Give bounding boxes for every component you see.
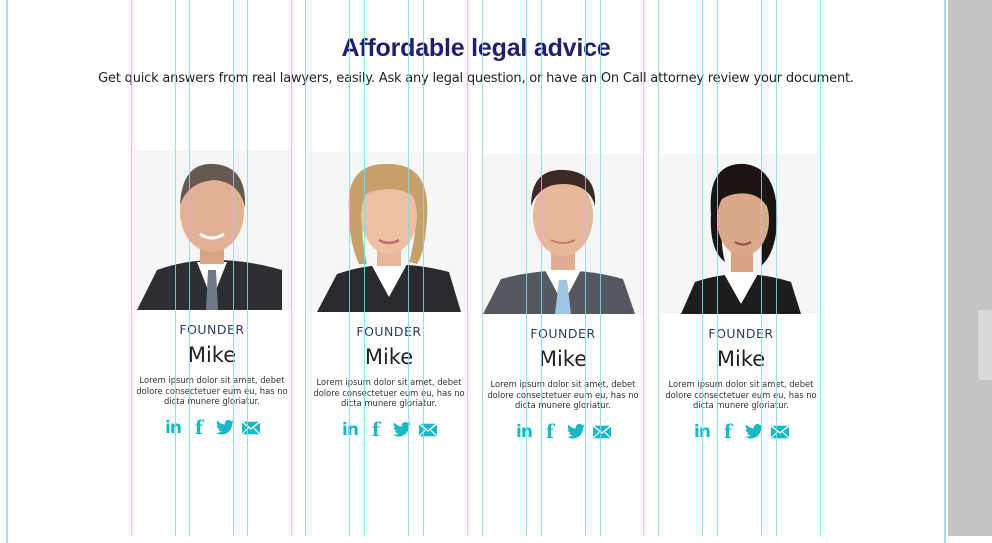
member-role: FOUNDER — [708, 326, 774, 341]
member-bio: Lorem ipsum dolor sit amet, debet dolore… — [665, 379, 817, 410]
social-links: in f — [309, 419, 469, 441]
linkedin-icon[interactable]: in — [341, 420, 359, 440]
facebook-icon[interactable]: f — [541, 421, 559, 443]
member-name: Mike — [538, 347, 588, 371]
social-links: in f — [132, 417, 292, 439]
team-photo — [483, 154, 643, 314]
page-title: Affordable legal advice — [341, 34, 611, 62]
email-icon[interactable] — [771, 423, 789, 441]
page-subtitle: Get quick answers from real lawyers, eas… — [98, 71, 854, 86]
twitter-icon[interactable] — [216, 419, 234, 437]
member-bio: Lorem ipsum dolor sit amet, debet dolore… — [136, 375, 288, 406]
facebook-icon[interactable]: f — [719, 421, 737, 443]
member-role: FOUNDER — [179, 322, 245, 337]
twitter-icon[interactable] — [745, 423, 763, 441]
twitter-icon[interactable] — [393, 421, 411, 439]
team-card: FOUNDER Mike Lorem ipsum dolor sit amet,… — [132, 150, 292, 439]
team-card: FOUNDER Mike Lorem ipsum dolor sit amet,… — [309, 152, 469, 441]
member-bio: Lorem ipsum dolor sit amet, debet dolore… — [487, 379, 639, 410]
scrollbar-thumb[interactable] — [977, 310, 992, 380]
team-card: FOUNDER Mike Lorem ipsum dolor sit amet,… — [483, 154, 643, 443]
email-icon[interactable] — [593, 423, 611, 441]
email-icon[interactable] — [419, 421, 437, 439]
social-links: in f — [483, 421, 643, 443]
member-role: FOUNDER — [356, 324, 422, 339]
member-role: FOUNDER — [530, 326, 596, 341]
scrollbar-track[interactable] — [948, 0, 992, 536]
team-photo — [309, 152, 469, 312]
facebook-icon[interactable]: f — [367, 419, 385, 441]
twitter-icon[interactable] — [567, 423, 585, 441]
member-bio: Lorem ipsum dolor sit amet, debet dolore… — [313, 377, 465, 408]
member-name: Mike — [187, 343, 237, 367]
team-photo — [661, 154, 821, 314]
facebook-icon[interactable]: f — [190, 417, 208, 439]
linkedin-icon[interactable]: in — [693, 422, 711, 442]
team-card: FOUNDER Mike Lorem ipsum dolor sit amet,… — [661, 154, 821, 443]
email-icon[interactable] — [242, 419, 260, 437]
member-name: Mike — [364, 345, 414, 369]
team-photo — [132, 150, 292, 310]
social-links: in f — [661, 421, 821, 443]
member-name: Mike — [716, 347, 766, 371]
linkedin-icon[interactable]: in — [515, 422, 533, 442]
linkedin-icon[interactable]: in — [164, 418, 182, 438]
